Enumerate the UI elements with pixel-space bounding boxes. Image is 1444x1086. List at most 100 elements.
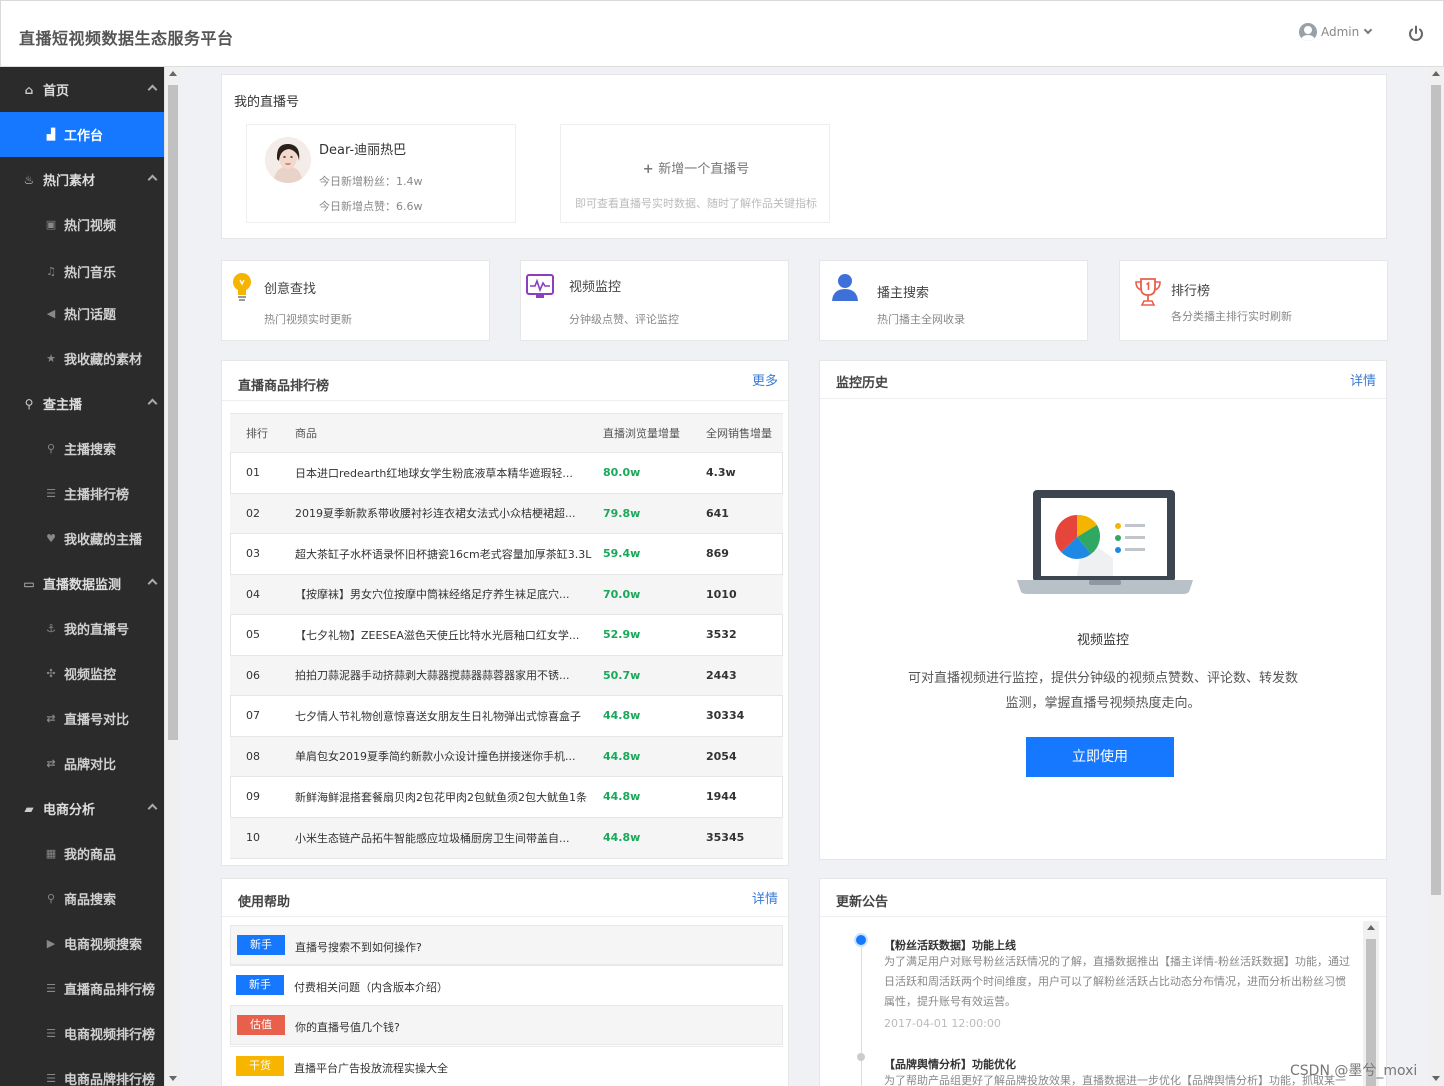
page-scrollbar[interactable]: [1428, 67, 1444, 1086]
lightbulb-icon: [233, 273, 251, 301]
scrollbar-thumb[interactable]: [168, 85, 178, 740]
sidebar-item-goods-search[interactable]: ⚲ 商品搜索: [0, 876, 164, 921]
notice-item-text: 为了帮助产品组更好了解品牌投放效果，直播数据进一步优化【品牌舆情分析】功能，抓取…: [884, 1074, 1346, 1086]
panel-title: 直播商品排行榜: [238, 379, 330, 394]
top-header: 直播短视频数据生态服务平台 Admin: [0, 0, 1444, 67]
search-icon: ⚲: [24, 396, 34, 411]
notice-item-title: 【品牌舆情分析】功能优化: [884, 1058, 1016, 1071]
heart-icon: ♥: [46, 532, 56, 545]
help-item-text: 直播平台广告投放流程实操大全: [294, 1062, 448, 1075]
table-row[interactable]: 01 日本进口redearth红地球女学生粉底液草本精华遮瑕轻... 80.0w 4.…: [230, 452, 783, 493]
plus-icon: +: [642, 162, 659, 177]
scroll-up-arrow-icon[interactable]: [1367, 925, 1375, 930]
detail-link[interactable]: 详情: [752, 888, 778, 907]
crosshair-icon: ✣: [46, 667, 56, 680]
table-header-row: 排行 商品 直播浏览量增量 全网销售增量: [230, 413, 783, 453]
monitor-desc-line1: 可对直播视频进行监控，提供分钟级的视频点赞数、评论数、转发数: [907, 671, 1298, 686]
user-name: Admin: [1321, 25, 1360, 39]
sidebar-section-anchor[interactable]: ⚲ 查主播: [0, 381, 164, 426]
tag-badge: 干货: [236, 1056, 284, 1076]
tile-title: 创意查找: [264, 282, 317, 297]
add-live-account-button[interactable]: + 新增一个直播号 即可查看直播号实时数据、随时了解作品关键指标: [560, 124, 830, 223]
chevron-up-icon: [147, 174, 158, 185]
help-item[interactable]: 新手 付费相关问题（内含版本介绍）: [230, 965, 783, 1005]
help-item[interactable]: 干货 直播平台广告投放流程实操大全: [230, 1046, 783, 1086]
list-icon: ☰: [46, 1027, 56, 1040]
use-now-button[interactable]: 立即使用: [1026, 737, 1174, 777]
sidebar-item-anchor-search[interactable]: ⚲ 主播搜索: [0, 426, 164, 471]
scroll-up-arrow-icon[interactable]: [169, 71, 177, 76]
sidebar-item-video-monitor[interactable]: ✣ 视频监控: [0, 651, 164, 696]
scroll-down-arrow-icon[interactable]: [169, 1076, 177, 1081]
monitor-desc-line2: 监测，掌握直播号视频热度走向。: [1005, 696, 1201, 711]
pulse-monitor-icon: [526, 274, 554, 298]
sidebar-item-saved-material[interactable]: ★ 我收藏的素材: [0, 336, 164, 381]
account-new-fans: 今日新增粉丝：1.4w: [319, 175, 423, 188]
table-row[interactable]: 02 2019夏季新款系带收腰衬衫连衣裙女法式小众桔梗裙超... 79.8w 641: [230, 492, 783, 534]
sidebar-item-hot-video[interactable]: ▣ 热门视频: [0, 202, 164, 247]
tile-desc: 分钟级点赞、评论监控: [569, 313, 679, 326]
panel-header: 监控历史 详情: [820, 361, 1386, 399]
sidebar-section-home[interactable]: ⌂ 首页: [0, 67, 164, 112]
scrollbar-thumb[interactable]: [1431, 85, 1441, 895]
sidebar-scrollbar[interactable]: [164, 67, 180, 1086]
user-menu[interactable]: Admin: [1299, 23, 1373, 41]
sidebar-section-live-monitor[interactable]: ▭ 直播数据监测: [0, 561, 164, 606]
sidebar-item-my-goods[interactable]: ▦ 我的商品: [0, 831, 164, 876]
table-row[interactable]: 06 拍拍刀蒜泥器手动挤蒜剥大蒜器搅蒜器蒜蓉器家用不锈... 50.7w 2443: [230, 654, 783, 696]
sidebar-item-ecom-video-rank[interactable]: ☰ 电商视频排行榜: [0, 1011, 164, 1056]
help-item[interactable]: 新手 直播号搜索不到如何操作?: [230, 925, 783, 965]
notice-item-title: 【粉丝活跃数据】功能上线: [884, 939, 1016, 952]
chart-icon: ▟: [46, 128, 56, 141]
list-icon: ☰: [46, 487, 56, 500]
sidebar-item-brand-compare[interactable]: ⇄ 品牌对比: [0, 741, 164, 786]
tile-title: 播主搜索: [877, 286, 930, 301]
table-row[interactable]: 10 小米生态链产品拓牛智能感应垃圾桶厨房卫生间带盖自... 44.8w 35345: [230, 816, 783, 858]
sidebar-item-workbench[interactable]: ▟ 工作台: [0, 112, 164, 157]
tile-idea-search[interactable]: 创意查找 热门视频实时更新: [221, 260, 490, 341]
tile-ranking[interactable]: 排行榜 各分类播主排行实时刷新: [1119, 260, 1388, 341]
panel-title: 使用帮助: [238, 895, 291, 910]
table-row[interactable]: 07 七夕情人节礼物创意惊喜送女朋友生日礼物弹出式惊喜盒子 44.8w 30334: [230, 695, 783, 736]
sidebar-item-anchor-rank[interactable]: ☰ 主播排行榜: [0, 471, 164, 516]
chevron-up-icon: [147, 398, 158, 409]
sidebar-item-hot-topic[interactable]: ◀ 热门话题: [0, 291, 164, 336]
watermark: CSDN @墨兮_moxi: [1290, 1063, 1418, 1079]
star-icon: ★: [46, 352, 56, 365]
megaphone-icon: ◀: [46, 307, 56, 320]
table-row[interactable]: 09 新鲜海鲜混搭套餐扇贝肉2包花甲肉2包鱿鱼须2包大鱿鱼1条 44.8w 1944: [230, 776, 783, 817]
column-header: 商品: [286, 413, 603, 453]
list-icon: ☰: [46, 1072, 56, 1085]
search-icon: ⚲: [46, 442, 56, 455]
sidebar-section-hot-material[interactable]: ♨ 热门素材: [0, 157, 164, 202]
tag-badge: 新手: [237, 935, 285, 955]
sidebar-item-hot-music[interactable]: ♫ 热门音乐: [0, 249, 164, 294]
sidebar-item-saved-anchor[interactable]: ♥ 我收藏的主播: [0, 516, 164, 561]
sidebar-item-live-goods-rank[interactable]: ☰ 直播商品排行榜: [0, 966, 164, 1011]
sidebar-section-ecommerce[interactable]: ▰ 电商分析: [0, 786, 164, 831]
play-icon: ▶: [46, 937, 56, 950]
live-account-card[interactable]: Dear-迪丽热巴 今日新增粉丝：1.4w 今日新增点赞：6.6w: [246, 124, 516, 223]
detail-link[interactable]: 详情: [1350, 370, 1376, 389]
swap-icon: ⇄: [46, 757, 56, 770]
sidebar-item-live-compare[interactable]: ⇄ 直播号对比: [0, 696, 164, 741]
tile-video-monitor[interactable]: 视频监控 分钟级点赞、评论监控: [520, 260, 789, 341]
music-icon: ♫: [46, 265, 56, 278]
sidebar-item-my-live[interactable]: ⚓ 我的直播号: [0, 606, 164, 651]
scroll-down-arrow-icon[interactable]: [1432, 1076, 1440, 1081]
more-link[interactable]: 更多: [752, 370, 778, 389]
table-row[interactable]: 05 【七夕礼物】ZEESEA滋色天使丘比特水光唇釉口红女学... 52.9w 353…: [230, 614, 783, 655]
add-account-hint: 即可查看直播号实时数据、随时了解作品关键指标: [575, 197, 817, 210]
table-row[interactable]: 04 【按摩袜】男女穴位按摩中筒袜经络足疗养生袜足底穴... 70.0w 1010: [230, 573, 783, 615]
tag-badge: 估值: [237, 1015, 285, 1035]
sidebar-item-ecom-brand-rank[interactable]: ☰ 电商品牌排行榜: [0, 1056, 164, 1086]
power-icon[interactable]: [1407, 25, 1425, 43]
table-row[interactable]: 08 单肩包女2019夏季简约新款小众设计撞色拼接迷你手机... 44.8w 2054: [230, 735, 783, 777]
tile-anchor-search[interactable]: 播主搜索 热门播主全网收录: [819, 260, 1088, 341]
scroll-up-arrow-icon[interactable]: [1432, 71, 1440, 76]
help-item[interactable]: 估值 你的直播号值几个钱?: [230, 1005, 783, 1045]
help-item-text: 付费相关问题（内含版本介绍）: [294, 981, 448, 994]
sidebar-item-ecom-video-search[interactable]: ▶ 电商视频搜索: [0, 921, 164, 966]
table-row[interactable]: 03 超大茶缸子水杯语录怀旧杯搪瓷16cm老式容量加厚茶缸3.3L 59.4w 869: [230, 533, 783, 574]
account-new-likes: 今日新增点赞：6.6w: [319, 200, 423, 213]
